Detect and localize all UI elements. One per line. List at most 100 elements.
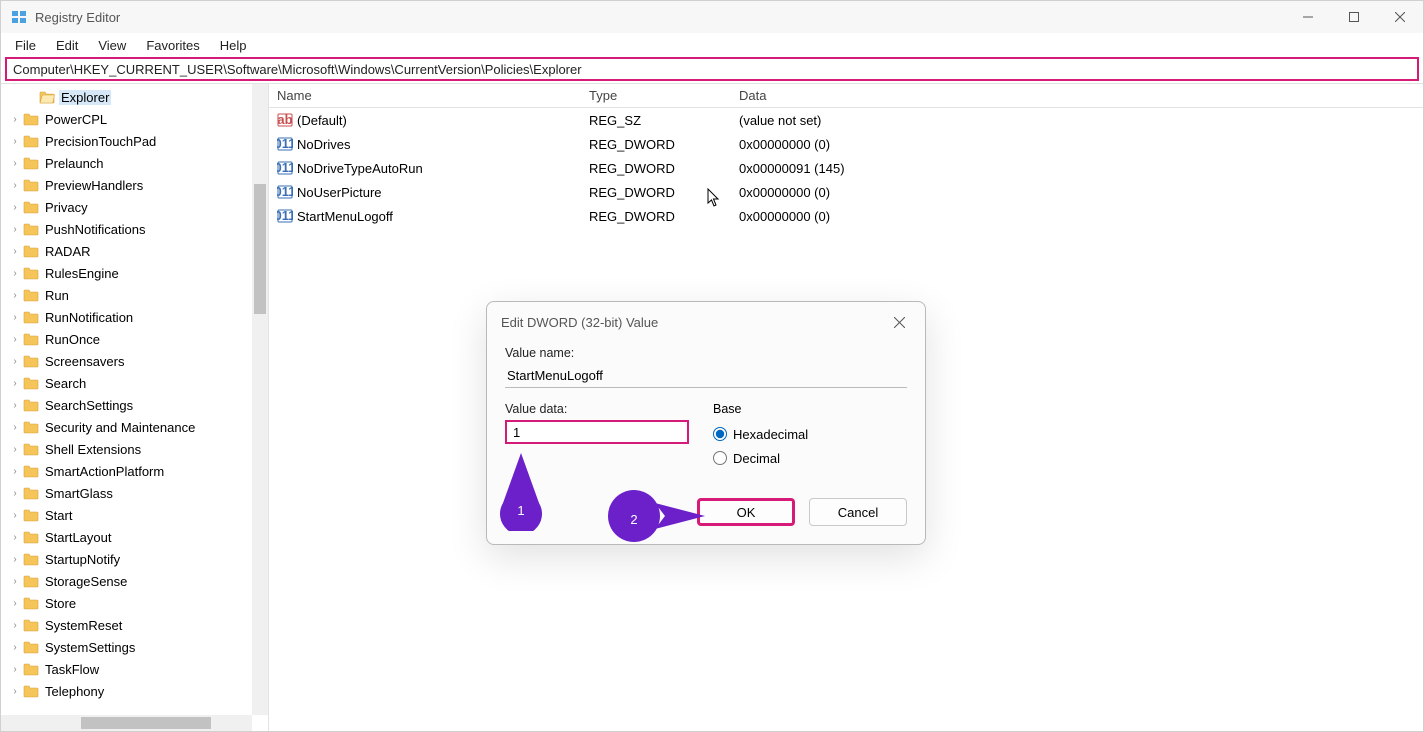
tree-item-shell-extensions[interactable]: ›Shell Extensions	[1, 438, 268, 460]
chevron-right-icon[interactable]: ›	[9, 597, 21, 609]
chevron-right-icon[interactable]: ›	[9, 465, 21, 477]
app-icon	[11, 9, 27, 25]
window-controls	[1285, 1, 1423, 33]
tree-item-telephony[interactable]: ›Telephony	[1, 680, 268, 702]
folder-icon	[23, 552, 39, 566]
chevron-right-icon[interactable]: ›	[9, 377, 21, 389]
tree-item-prelaunch[interactable]: ›Prelaunch	[1, 152, 268, 174]
registry-value-row[interactable]: ab(Default)REG_SZ(value not set)	[269, 108, 1423, 132]
tree-item-search[interactable]: ›Search	[1, 372, 268, 394]
chevron-right-icon[interactable]: ›	[9, 201, 21, 213]
chevron-right-icon[interactable]: ›	[9, 267, 21, 279]
tree-item-pushnotifications[interactable]: ›PushNotifications	[1, 218, 268, 240]
tree-item-storagesense[interactable]: ›StorageSense	[1, 570, 268, 592]
address-text: Computer\HKEY_CURRENT_USER\Software\Micr…	[13, 62, 582, 77]
cancel-button[interactable]: Cancel	[809, 498, 907, 526]
registry-value-row[interactable]: 011NoDriveTypeAutoRunREG_DWORD0x00000091…	[269, 156, 1423, 180]
chevron-right-icon[interactable]: ›	[9, 575, 21, 587]
chevron-right-icon[interactable]: ›	[9, 421, 21, 433]
chevron-right-icon[interactable]: ›	[9, 355, 21, 367]
tree-item-label: SmartActionPlatform	[43, 464, 166, 479]
registry-value-row[interactable]: 011StartMenuLogoffREG_DWORD0x00000000 (0…	[269, 204, 1423, 228]
chevron-right-icon[interactable]: ›	[9, 509, 21, 521]
tree-item-label: Explorer	[59, 90, 111, 105]
radio-decimal-input[interactable]	[713, 451, 727, 465]
folder-icon	[23, 222, 39, 236]
tree-item-startupnotify[interactable]: ›StartupNotify	[1, 548, 268, 570]
value-data: 0x00000000 (0)	[731, 137, 1423, 152]
menu-view[interactable]: View	[88, 36, 136, 55]
chevron-right-icon[interactable]: ›	[9, 399, 21, 411]
chevron-right-icon[interactable]: ›	[9, 245, 21, 257]
ok-button[interactable]: OK	[697, 498, 795, 526]
chevron-right-icon[interactable]: ›	[9, 223, 21, 235]
value-name-field[interactable]	[505, 364, 907, 388]
tree-item-screensavers[interactable]: ›Screensavers	[1, 350, 268, 372]
value-data-field[interactable]	[505, 420, 689, 444]
chevron-right-icon[interactable]	[25, 91, 37, 103]
tree-item-systemsettings[interactable]: ›SystemSettings	[1, 636, 268, 658]
address-bar[interactable]: Computer\HKEY_CURRENT_USER\Software\Micr…	[5, 57, 1419, 81]
column-name[interactable]: Name	[269, 84, 581, 107]
tree-item-systemreset[interactable]: ›SystemReset	[1, 614, 268, 636]
tree-scrollbar-thumb-vertical[interactable]	[254, 184, 266, 314]
chevron-right-icon[interactable]: ›	[9, 311, 21, 323]
tree-item-store[interactable]: ›Store	[1, 592, 268, 614]
menu-file[interactable]: File	[5, 36, 46, 55]
registry-value-row[interactable]: 011NoUserPictureREG_DWORD0x00000000 (0)	[269, 180, 1423, 204]
menu-help[interactable]: Help	[210, 36, 257, 55]
folder-icon	[23, 530, 39, 544]
tree-item-runnotification[interactable]: ›RunNotification	[1, 306, 268, 328]
tree-item-previewhandlers[interactable]: ›PreviewHandlers	[1, 174, 268, 196]
tree-item-start[interactable]: › Start	[1, 504, 268, 526]
chevron-right-icon[interactable]: ›	[9, 333, 21, 345]
registry-value-row[interactable]: 011NoDrivesREG_DWORD0x00000000 (0)	[269, 132, 1423, 156]
chevron-right-icon[interactable]: ›	[9, 179, 21, 191]
folder-icon	[23, 442, 39, 456]
tree-item-label: Start	[43, 508, 74, 523]
tree-item-security-and-maintenance[interactable]: ›Security and Maintenance	[1, 416, 268, 438]
tree-item-taskflow[interactable]: ›TaskFlow	[1, 658, 268, 680]
column-data[interactable]: Data	[731, 84, 1423, 107]
tree-item-runonce[interactable]: ›RunOnce	[1, 328, 268, 350]
close-button[interactable]	[1377, 1, 1423, 33]
tree-scrollbar-horizontal[interactable]	[1, 715, 252, 731]
tree-item-run[interactable]: ›Run	[1, 284, 268, 306]
svg-text:ab: ab	[277, 112, 292, 127]
chevron-right-icon[interactable]: ›	[9, 113, 21, 125]
tree-item-searchsettings[interactable]: ›SearchSettings	[1, 394, 268, 416]
tree-item-smartactionplatform[interactable]: › SmartActionPlatform	[1, 460, 268, 482]
dialog-titlebar[interactable]: Edit DWORD (32-bit) Value	[487, 302, 925, 342]
menu-edit[interactable]: Edit	[46, 36, 88, 55]
tree-item-rulesengine[interactable]: ›RulesEngine	[1, 262, 268, 284]
tree-item-powercpl[interactable]: ›PowerCPL	[1, 108, 268, 130]
chevron-right-icon[interactable]: ›	[9, 553, 21, 565]
chevron-right-icon[interactable]: ›	[9, 157, 21, 169]
minimize-button[interactable]	[1285, 1, 1331, 33]
tree-panel[interactable]: Explorer ›PowerCPL›PrecisionTouchPad›Prel…	[1, 84, 269, 731]
chevron-right-icon[interactable]: ›	[9, 619, 21, 631]
tree-item-explorer[interactable]: Explorer	[1, 86, 268, 108]
chevron-right-icon[interactable]: ›	[9, 487, 21, 499]
chevron-right-icon[interactable]: ›	[9, 531, 21, 543]
radio-hexadecimal[interactable]: Hexadecimal	[713, 422, 907, 446]
tree-scrollbar-vertical[interactable]	[252, 84, 268, 715]
dialog-close-button[interactable]	[887, 310, 911, 334]
chevron-right-icon[interactable]: ›	[9, 443, 21, 455]
chevron-right-icon[interactable]: ›	[9, 289, 21, 301]
maximize-button[interactable]	[1331, 1, 1377, 33]
tree-item-precisiontouchpad[interactable]: ›PrecisionTouchPad	[1, 130, 268, 152]
menu-favorites[interactable]: Favorites	[136, 36, 209, 55]
chevron-right-icon[interactable]: ›	[9, 663, 21, 675]
radio-hexadecimal-input[interactable]	[713, 427, 727, 441]
chevron-right-icon[interactable]: ›	[9, 641, 21, 653]
radio-decimal[interactable]: Decimal	[713, 446, 907, 470]
column-type[interactable]: Type	[581, 84, 731, 107]
tree-item-smartglass[interactable]: ›SmartGlass	[1, 482, 268, 504]
tree-item-privacy[interactable]: ›Privacy	[1, 196, 268, 218]
chevron-right-icon[interactable]: ›	[9, 135, 21, 147]
tree-item-startlayout[interactable]: ›StartLayout	[1, 526, 268, 548]
tree-item-radar[interactable]: ›RADAR	[1, 240, 268, 262]
chevron-right-icon[interactable]: ›	[9, 685, 21, 697]
tree-scrollbar-thumb-horizontal[interactable]	[81, 717, 211, 729]
